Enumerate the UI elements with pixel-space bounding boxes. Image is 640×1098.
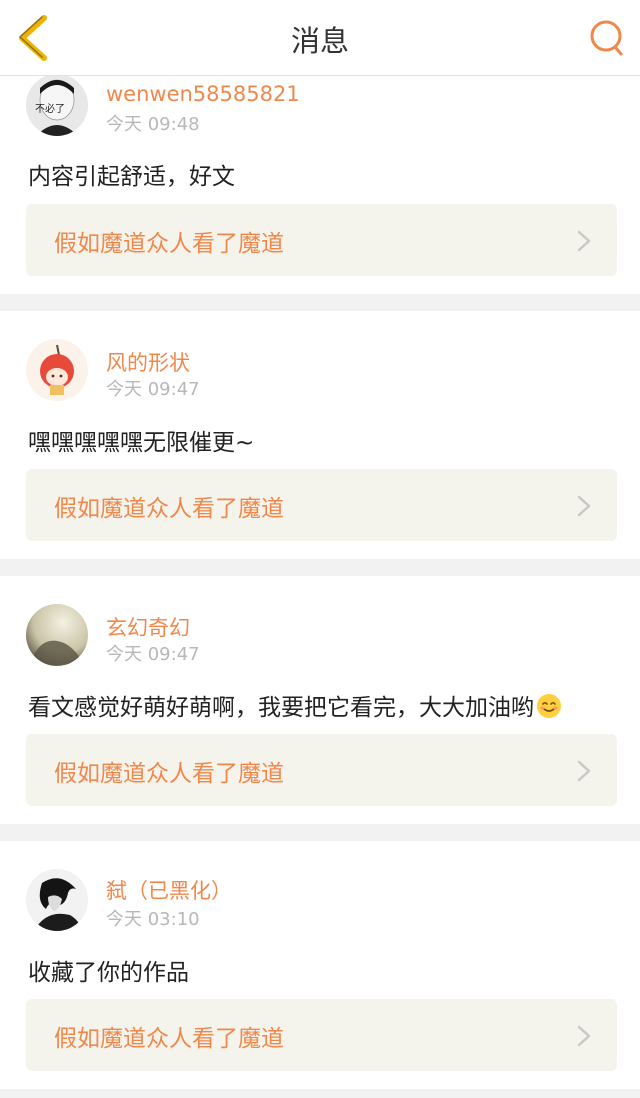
work-link[interactable]: 假如魔道众人看了魔道 bbox=[26, 204, 617, 276]
work-title: 假如魔道众人看了魔道 bbox=[54, 761, 284, 787]
message-text: 收藏了你的作品 bbox=[28, 960, 189, 986]
message-text: 嘿嘿嘿嘿嘿无限催更~ bbox=[28, 430, 255, 456]
avatar-caption: 不必了 bbox=[35, 104, 65, 115]
message-card: 不必了 wenwen58585821 今天 09:48 内容引起舒适，好文 假如… bbox=[0, 46, 640, 294]
chevron-right-icon bbox=[577, 760, 591, 782]
message-card: 风的形状 今天 09:47 嘿嘿嘿嘿嘿无限催更~ 假如魔道众人看了魔道 bbox=[0, 311, 640, 559]
avatar-image bbox=[26, 339, 88, 401]
message-card: 玄幻奇幻 今天 09:47 看文感觉好萌好萌啊，我要把它看完，大大加油哟 假如魔… bbox=[0, 576, 640, 824]
timestamp: 今天 09:48 bbox=[106, 114, 200, 135]
work-title: 假如魔道众人看了魔道 bbox=[54, 231, 284, 257]
page-title: 消息 bbox=[290, 24, 349, 58]
work-link[interactable]: 假如魔道众人看了魔道 bbox=[26, 999, 617, 1071]
work-title: 假如魔道众人看了魔道 bbox=[54, 496, 284, 522]
avatar[interactable] bbox=[26, 869, 88, 931]
username[interactable]: wenwen58585821 bbox=[106, 82, 300, 106]
chevron-right-icon bbox=[577, 1025, 591, 1047]
avatar-image bbox=[26, 869, 88, 931]
message-text: 看文感觉好萌好萌啊，我要把它看完，大大加油哟 bbox=[28, 688, 562, 722]
timestamp: 今天 09:47 bbox=[106, 379, 200, 400]
chevron-right-icon bbox=[577, 495, 591, 517]
timestamp: 今天 09:47 bbox=[106, 644, 200, 665]
avatar-image bbox=[26, 604, 88, 666]
username[interactable]: 玄幻奇幻 bbox=[106, 612, 190, 642]
username[interactable]: 风的形状 bbox=[106, 347, 190, 377]
work-title: 假如魔道众人看了魔道 bbox=[54, 1026, 284, 1052]
smile-emoji-icon bbox=[536, 693, 562, 719]
search-icon bbox=[590, 20, 623, 56]
avatar[interactable] bbox=[26, 604, 88, 666]
message-card: 弑（已黑化） 今天 03:10 收藏了你的作品 假如魔道众人看了魔道 bbox=[0, 841, 640, 1089]
work-link[interactable]: 假如魔道众人看了魔道 bbox=[26, 734, 617, 806]
timestamp: 今天 03:10 bbox=[106, 909, 200, 930]
chevron-right-icon bbox=[577, 230, 591, 252]
message-text: 内容引起舒适，好文 bbox=[28, 164, 235, 190]
work-link[interactable]: 假如魔道众人看了魔道 bbox=[26, 469, 617, 541]
search-button-overlay[interactable] bbox=[588, 18, 628, 58]
message-body: 看文感觉好萌好萌啊，我要把它看完，大大加油哟 bbox=[28, 695, 534, 721]
username[interactable]: 弑（已黑化） bbox=[106, 875, 232, 905]
avatar[interactable] bbox=[26, 339, 88, 401]
